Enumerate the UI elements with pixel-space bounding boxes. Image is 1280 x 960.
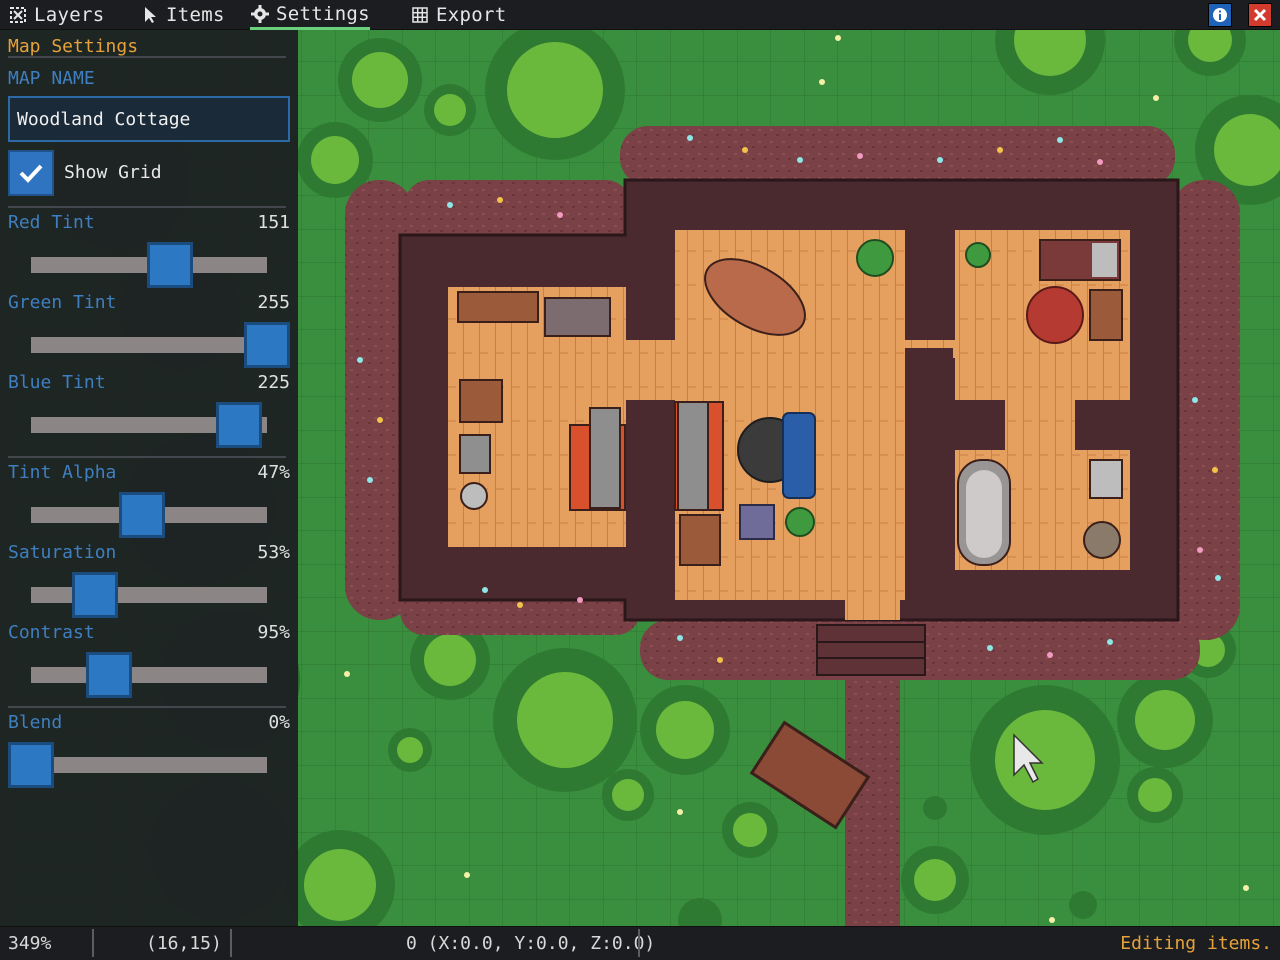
blend-slider-handle[interactable]: [8, 742, 54, 788]
contrast-label: Contrast: [8, 622, 95, 643]
close-icon: [1253, 8, 1267, 22]
red-tint-label: Red Tint: [8, 212, 95, 233]
show-grid-checkbox[interactable]: [8, 150, 54, 196]
green-tint-label: Green Tint: [8, 292, 117, 313]
green-tint-track[interactable]: [31, 337, 267, 353]
blue-tint-value: 225: [257, 372, 290, 393]
close-button[interactable]: [1248, 3, 1272, 27]
gear-icon: [250, 4, 270, 24]
divider: [230, 929, 232, 957]
saturation-label: Saturation: [8, 542, 117, 563]
checkmark-icon: [19, 164, 43, 183]
panel-title: Map Settings: [8, 36, 139, 57]
blend-track[interactable]: [31, 757, 267, 773]
tint-alpha-label: Tint Alpha: [8, 462, 117, 483]
map-name-input[interactable]: [8, 96, 290, 142]
info-button[interactable]: [1208, 3, 1232, 27]
red-tint-slider-handle[interactable]: [147, 242, 194, 288]
status-message: Editing items.: [1120, 933, 1272, 954]
saturation-slider-handle[interactable]: [71, 572, 118, 618]
layers-icon: [8, 5, 28, 25]
tab-settings[interactable]: Settings: [250, 0, 370, 30]
red-tint-value: 151: [257, 212, 290, 233]
tab-items[interactable]: Items: [140, 0, 225, 30]
green-tint-slider-handle[interactable]: [244, 322, 290, 368]
divider: [8, 56, 286, 58]
contrast-track[interactable]: [31, 667, 267, 683]
cursor-icon: [140, 5, 160, 25]
tab-layers[interactable]: Layers: [8, 0, 104, 30]
contrast-slider-handle[interactable]: [85, 652, 132, 698]
tab-items-label: Items: [166, 4, 225, 26]
blue-tint-label: Blue Tint: [8, 372, 106, 393]
tint-alpha-value: 47%: [257, 462, 290, 483]
map-name-label: MAP NAME: [8, 68, 95, 89]
tint-alpha-slider-handle[interactable]: [118, 492, 165, 538]
cursor-cell: (16,15): [146, 933, 222, 954]
green-tint-value: 255: [257, 292, 290, 313]
info-icon: [1213, 8, 1227, 22]
divider: [8, 206, 286, 208]
contrast-value: 95%: [257, 622, 290, 643]
saturation-track[interactable]: [31, 587, 267, 603]
status-bar: 349% (16,15) 0 (X:0.0, Y:0.0, Z:0.0) Edi…: [0, 926, 1280, 960]
tab-export-label: Export: [436, 4, 507, 26]
tab-settings-label: Settings: [276, 2, 370, 25]
top-menu-bar: Layers Items Settings Export: [0, 0, 1280, 30]
divider: [8, 456, 286, 458]
divider: [8, 706, 286, 708]
blend-label: Blend: [8, 712, 63, 733]
saturation-value: 53%: [257, 542, 290, 563]
show-grid-label: Show Grid: [64, 162, 162, 183]
zoom-level: 349%: [8, 933, 52, 954]
selection-info: 0 (X:0.0, Y:0.0, Z:0.0): [406, 933, 656, 954]
blend-value: 0%: [268, 712, 290, 733]
tab-export[interactable]: Export: [410, 0, 506, 30]
divider: [92, 929, 94, 957]
grid-icon: [410, 5, 430, 25]
blue-tint-slider-handle[interactable]: [215, 402, 262, 448]
divider: [638, 929, 640, 957]
tab-layers-label: Layers: [34, 4, 105, 26]
settings-panel: Map Settings MAP NAME Show Grid Red Tint…: [0, 30, 298, 926]
